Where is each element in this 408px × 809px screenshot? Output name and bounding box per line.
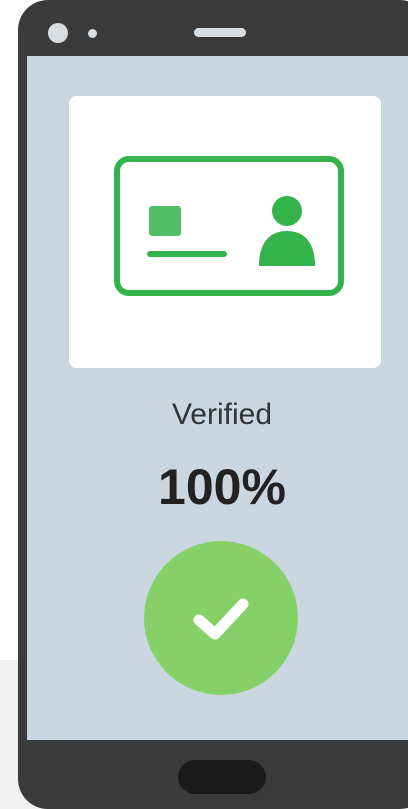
verification-percent: 100% bbox=[158, 459, 286, 515]
home-button[interactable] bbox=[178, 760, 266, 794]
checkmark-icon bbox=[193, 598, 249, 640]
id-card-panel bbox=[69, 96, 381, 368]
front-camera-icon bbox=[48, 23, 68, 43]
illustration-stage: Verified 100% bbox=[0, 0, 408, 809]
phone-device: Verified 100% bbox=[18, 0, 408, 809]
proximity-sensor-icon bbox=[88, 29, 97, 38]
id-card-icon bbox=[114, 156, 344, 296]
success-badge bbox=[144, 541, 298, 695]
phone-screen: Verified 100% bbox=[27, 56, 408, 740]
verification-label: Verified bbox=[171, 398, 273, 431]
earpiece-speaker-icon bbox=[194, 28, 246, 37]
